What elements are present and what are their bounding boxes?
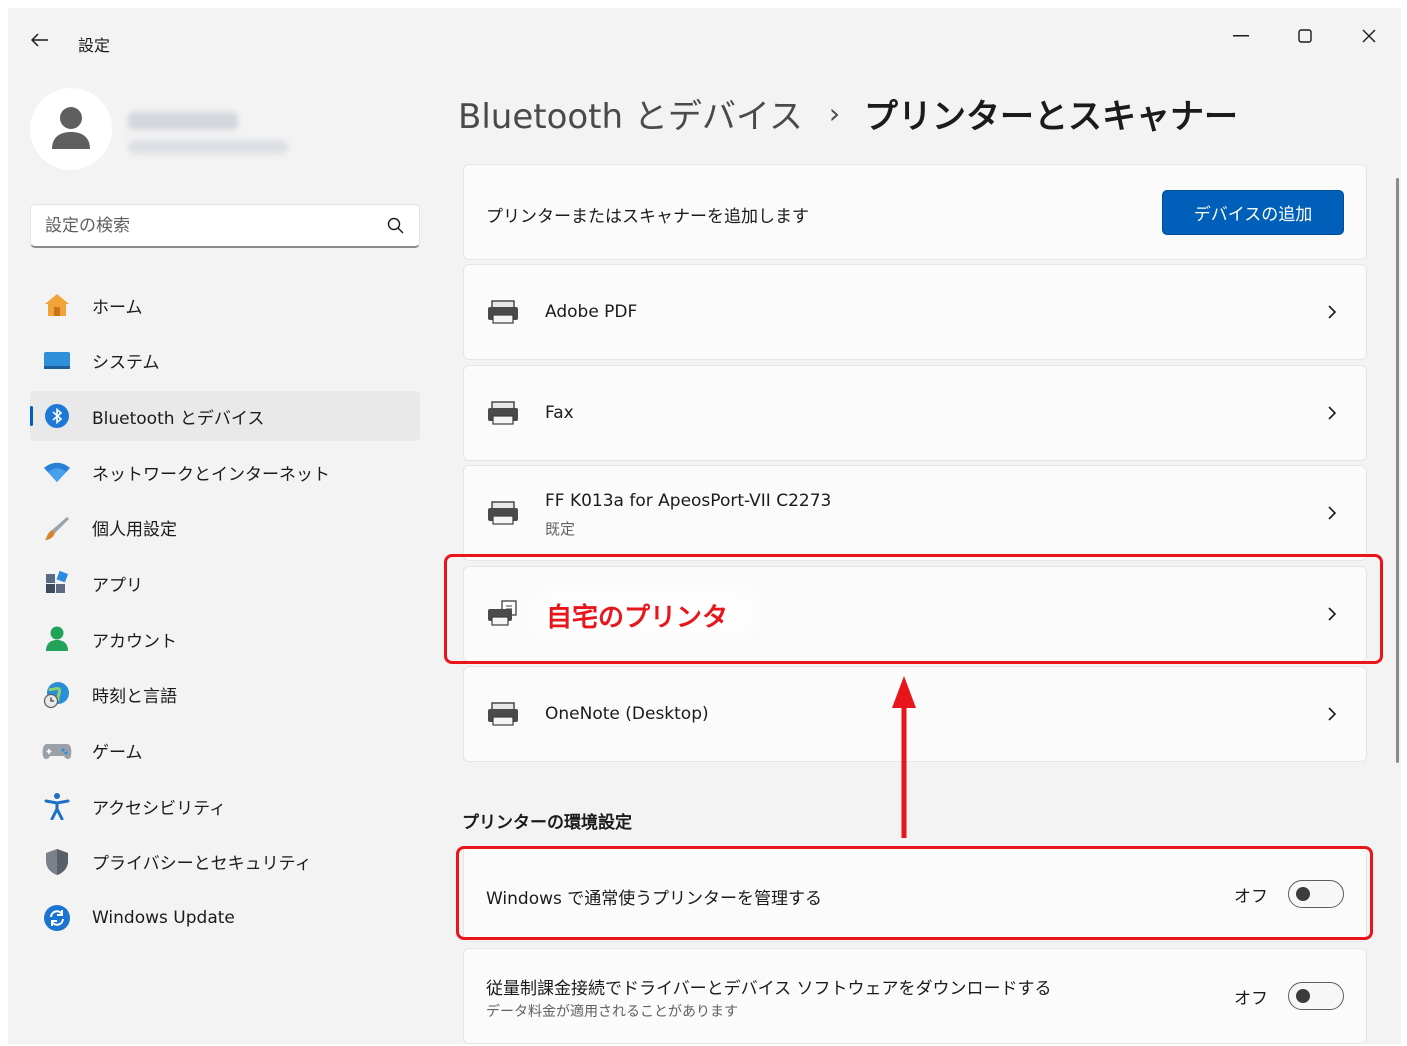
maximize-button[interactable] (1275, 16, 1335, 56)
sidebar-item-privacy[interactable]: プライバシーとセキュリティ (30, 837, 420, 887)
breadcrumb-parent[interactable]: Bluetooth とデバイス (458, 89, 803, 138)
device-row-ff-k013a[interactable]: FF K013a for ApeosPort-VII C2273 既定 (463, 465, 1367, 561)
avatar[interactable] (30, 88, 112, 170)
printer-icon (488, 300, 518, 324)
profile-email-redacted (128, 140, 288, 154)
chevron-right-icon (1328, 506, 1337, 520)
chevron-right-icon (1328, 607, 1337, 621)
sidebar-item-label: Windows Update (92, 907, 235, 928)
toggle-state-label: オフ (1234, 886, 1268, 907)
brush-icon (42, 513, 72, 543)
sidebar-item-label: アカウント (92, 631, 177, 652)
app-title: 設定 (78, 36, 111, 55)
sidebar-item-label: ゲーム (92, 743, 143, 763)
chevron-right-icon (1328, 406, 1337, 420)
close-icon (1362, 29, 1376, 43)
add-printer-label: プリンターまたはスキャナーを追加します (486, 207, 809, 227)
device-name: Fax (545, 403, 574, 423)
bluetooth-icon (42, 401, 72, 431)
printer-icon (488, 501, 518, 525)
device-row-adobe-pdf[interactable]: Adobe PDF (463, 264, 1367, 360)
breadcrumb: Bluetooth とデバイス › プリンターとスキャナー (458, 88, 1238, 138)
device-row-home-printer[interactable]: 自宅のプリンタ (463, 566, 1367, 662)
add-printer-card: プリンターまたはスキャナーを追加します デバイスの追加 (463, 164, 1367, 260)
sidebar-item-time-language[interactable]: 時刻と言語 (30, 670, 420, 720)
selection-indicator (30, 406, 33, 427)
sidebar-item-label: ネットワークとインターネット (92, 464, 330, 485)
sidebar-item-apps[interactable]: アプリ (30, 558, 420, 608)
add-device-button[interactable]: デバイスの追加 (1162, 190, 1344, 235)
page-title: プリンターとスキャナー (864, 96, 1239, 137)
device-row-onenote[interactable]: OneNote (Desktop) (463, 666, 1367, 762)
sidebar-item-bluetooth[interactable]: Bluetooth とデバイス (30, 391, 420, 442)
maximize-icon (1298, 29, 1312, 43)
sidebar-item-personalization[interactable]: 個人用設定 (30, 503, 420, 553)
manage-default-printer-toggle[interactable] (1288, 880, 1344, 908)
sidebar-item-label: システム (92, 353, 160, 374)
title-bar: 設定 (8, 8, 1401, 72)
system-icon (42, 346, 72, 376)
arrow-left-icon (31, 33, 48, 47)
minimize-button[interactable] (1211, 16, 1271, 56)
sidebar-item-label: プライバシーとセキュリティ (92, 854, 312, 875)
accessibility-icon (42, 791, 72, 821)
home-icon (42, 290, 72, 320)
profile-name-redacted (128, 112, 238, 130)
printer-icon (488, 401, 518, 425)
search-icon (387, 217, 404, 234)
device-name: FF K013a for ApeosPort-VII C2273 (545, 491, 832, 511)
device-name: OneNote (Desktop) (545, 704, 709, 724)
chevron-right-icon (1328, 305, 1337, 319)
minimize-icon (1233, 35, 1249, 37)
sidebar-item-windows-update[interactable]: Windows Update (30, 893, 420, 943)
apps-icon (42, 568, 72, 598)
sidebar-item-accessibility[interactable]: アクセシビリティ (30, 781, 420, 831)
sidebar-item-gaming[interactable]: ゲーム (30, 726, 420, 776)
sidebar-item-home[interactable]: ホーム (30, 280, 420, 330)
search-box[interactable] (30, 204, 420, 248)
user-icon (52, 107, 90, 149)
sidebar-item-label: 時刻と言語 (92, 687, 177, 708)
device-status: 既定 (545, 520, 576, 538)
toggle-group: オフ (1234, 982, 1344, 1010)
update-icon (42, 903, 72, 933)
device-row-fax[interactable]: Fax (463, 365, 1367, 461)
toggle-knob (1296, 989, 1310, 1003)
settings-window: 設定 ホーム (8, 8, 1401, 1044)
breadcrumb-separator: › (828, 96, 841, 130)
toggle-knob (1296, 887, 1310, 901)
device-name: Adobe PDF (545, 302, 638, 322)
setting-row-manage-default-printer: Windows で通常使うプリンターを管理する オフ (463, 846, 1367, 942)
sidebar-nav: ホーム システム Bluetooth とデバイス ネットワークとインターネット (30, 280, 420, 948)
printer-icon (488, 702, 518, 726)
sidebar-item-label: アプリ (92, 575, 143, 596)
sidebar-item-network[interactable]: ネットワークとインターネット (30, 447, 420, 497)
setting-label: Windows で通常使うプリンターを管理する (486, 889, 822, 909)
account-icon (42, 624, 72, 654)
back-button[interactable] (26, 26, 54, 54)
chevron-right-icon (1328, 707, 1337, 721)
close-button[interactable] (1339, 16, 1399, 56)
sidebar-item-label: ホーム (92, 297, 143, 318)
setting-row-metered-download: 従量制課金接続でドライバーとデバイス ソフトウェアをダウンロードする データ料金… (463, 948, 1367, 1044)
wifi-icon (42, 457, 72, 487)
section-title-printer-preferences: プリンターの環境設定 (462, 813, 632, 833)
setting-label: 従量制課金接続でドライバーとデバイス ソフトウェアをダウンロードする (486, 979, 1052, 999)
shield-icon (42, 847, 72, 877)
sidebar-item-label: 個人用設定 (92, 520, 177, 541)
search-input[interactable] (31, 215, 371, 236)
toggle-group: オフ (1234, 880, 1344, 908)
network-printer-icon (488, 600, 517, 626)
gamepad-icon (42, 736, 72, 766)
metered-download-toggle[interactable] (1288, 982, 1344, 1010)
device-name: 自宅のプリンタ (546, 603, 729, 633)
sidebar-item-accounts[interactable]: アカウント (30, 614, 420, 664)
scrollbar[interactable] (1396, 178, 1399, 763)
globe-clock-icon (42, 680, 72, 710)
toggle-state-label: オフ (1234, 988, 1268, 1009)
sidebar-item-label: アクセシビリティ (92, 798, 227, 819)
sidebar-item-label: Bluetooth とデバイス (92, 408, 265, 429)
setting-description: データ料金が適用されることがあります (486, 1004, 738, 1020)
sidebar-item-system[interactable]: システム (30, 336, 420, 386)
